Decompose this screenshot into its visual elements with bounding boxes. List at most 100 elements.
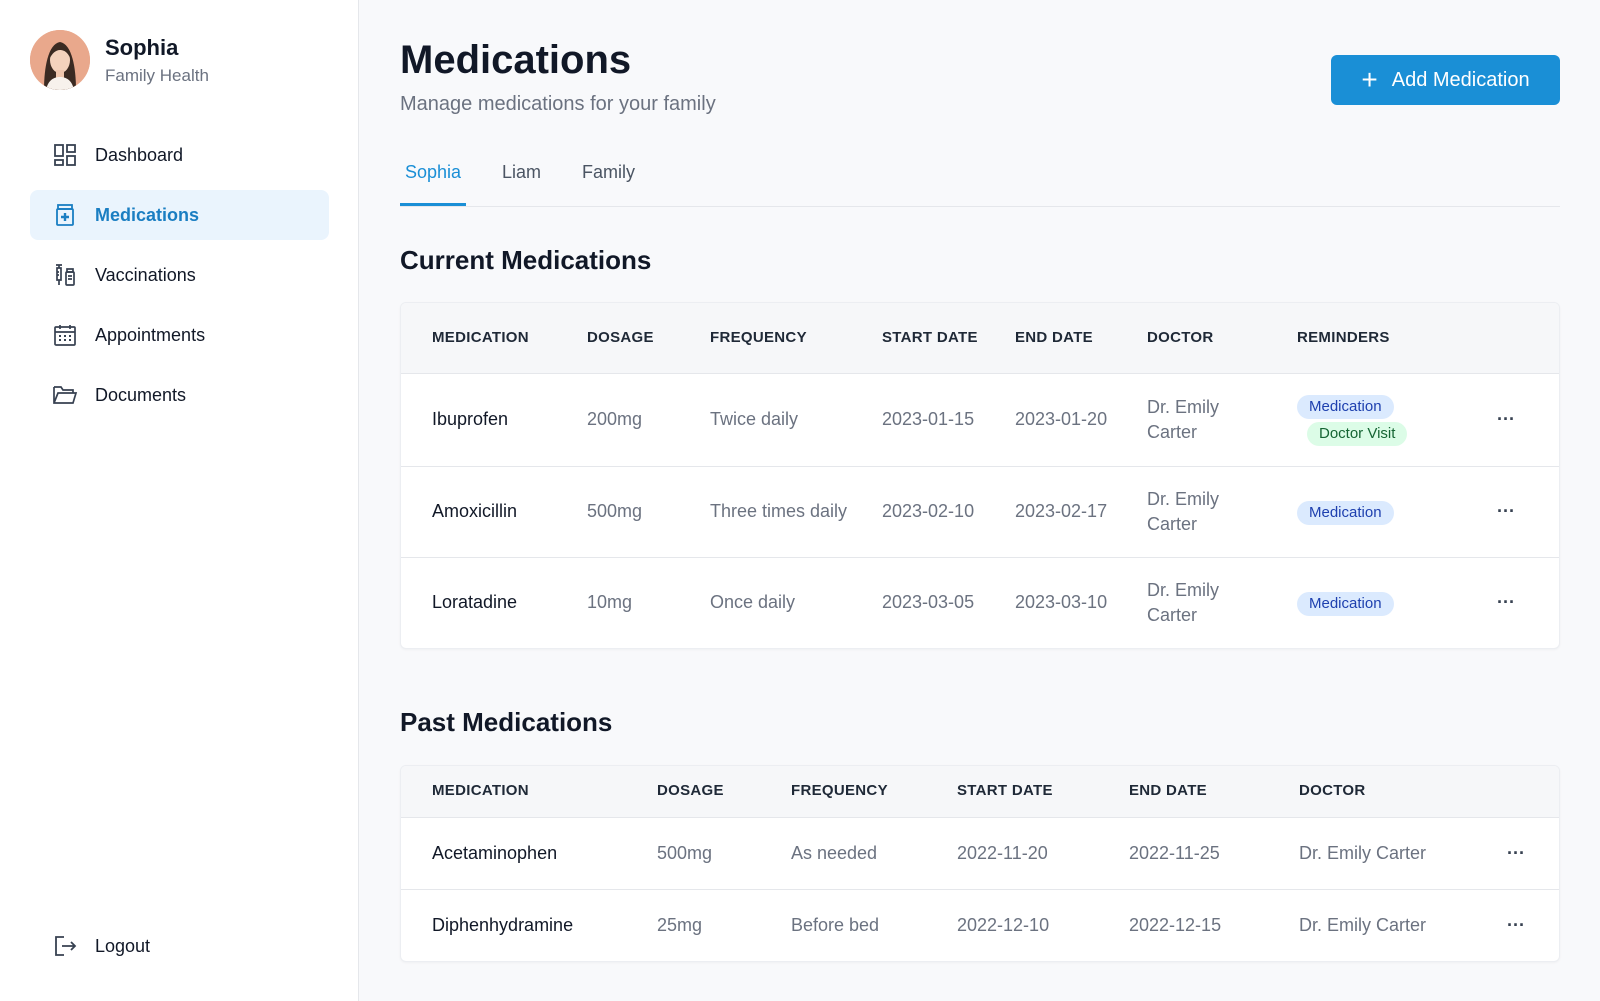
member-tabs: Sophia Liam Family <box>400 150 1560 207</box>
doctor-cell: Dr. Emily Carter <box>1116 465 1266 557</box>
medication-cell: Ibuprofen <box>401 372 556 466</box>
column-header: FREQUENCY <box>679 303 851 373</box>
start-date-cell: 2023-03-05 <box>851 556 984 648</box>
column-header: END DATE <box>1098 766 1268 817</box>
dosage-cell: 25mg <box>626 888 760 961</box>
dosage-cell: 500mg <box>626 816 760 889</box>
doctor-cell: Dr. Emily Carter <box>1268 816 1476 889</box>
sidebar-item-medications[interactable]: Medications <box>30 190 329 240</box>
plus-icon: + <box>1361 64 1378 95</box>
tab-liam[interactable]: Liam <box>502 162 541 206</box>
frequency-cell: Twice daily <box>679 372 851 466</box>
dosage-cell: 200mg <box>556 372 679 466</box>
reminders-cell: Medication Doctor Visit <box>1266 372 1466 466</box>
tab-family[interactable]: Family <box>582 162 635 206</box>
more-horizontal-icon[interactable]: ··· <box>1507 915 1525 935</box>
tab-sophia[interactable]: Sophia <box>400 162 467 206</box>
table-row[interactable]: Acetaminophen 500mg As needed 2022-11-20… <box>401 816 1559 889</box>
add-medication-label: Add Medication <box>1391 68 1530 91</box>
sidebar-item-appointments[interactable]: Appointments <box>30 310 329 360</box>
frequency-cell: As needed <box>760 816 926 889</box>
dosage-cell: 10mg <box>556 556 679 648</box>
reminders-cell: Medication <box>1266 465 1466 557</box>
reminder-badge-medication: Medication <box>1297 395 1394 419</box>
current-medications-table: MEDICATION DOSAGE FREQUENCY START DATE E… <box>400 302 1560 649</box>
table-header-row: MEDICATION DOSAGE FREQUENCY START DATE E… <box>401 303 1559 373</box>
sidebar-item-label: Appointments <box>95 324 206 345</box>
medication-cell: Loratadine <box>401 556 556 648</box>
sidebar-item-documents[interactable]: Documents <box>30 370 329 420</box>
actions-cell: ··· <box>1476 888 1559 961</box>
reminder-badge-doctor-visit: Doctor Visit <box>1307 422 1408 446</box>
column-header: MEDICATION <box>401 303 556 373</box>
logout-area: Logout <box>30 921 329 981</box>
doctor-cell: Dr. Emily Carter <box>1116 556 1266 648</box>
reminder-badge-medication: Medication <box>1297 500 1394 525</box>
table-header-row: MEDICATION DOSAGE FREQUENCY START DATE E… <box>401 766 1559 817</box>
logout-icon <box>52 933 78 959</box>
column-header: START DATE <box>851 303 984 373</box>
doctor-cell: Dr. Emily Carter <box>1268 888 1476 961</box>
table-row[interactable]: Amoxicillin 500mg Three times daily 2023… <box>401 465 1559 557</box>
frequency-cell: Once daily <box>679 556 851 648</box>
end-date-cell: 2022-11-25 <box>1098 816 1268 889</box>
column-header: DOSAGE <box>556 303 679 373</box>
medication-cell: Diphenhydramine <box>401 888 626 961</box>
start-date-cell: 2023-01-15 <box>851 372 984 466</box>
frequency-cell: Three times daily <box>679 465 851 557</box>
table-row[interactable]: Diphenhydramine 25mg Before bed 2022-12-… <box>401 888 1559 961</box>
logout-label: Logout <box>95 935 151 956</box>
more-horizontal-icon[interactable]: ··· <box>1497 409 1515 429</box>
calendar-icon <box>52 322 78 348</box>
sidebar-item-label: Dashboard <box>95 144 184 165</box>
sidebar-item-label: Documents <box>95 384 187 405</box>
medication-cell: Amoxicillin <box>401 465 556 557</box>
frequency-cell: Before bed <box>760 888 926 961</box>
column-header-actions <box>1476 766 1559 817</box>
dashboard-icon <box>52 142 78 168</box>
end-date-cell: 2023-02-17 <box>984 465 1116 557</box>
folder-icon <box>52 382 78 408</box>
sidebar-nav: Dashboard Medications Vaccinations Appoi… <box>30 130 329 430</box>
column-header: DOCTOR <box>1268 766 1476 817</box>
reminders-cell: Medication <box>1266 556 1466 648</box>
reminder-badge-medication: Medication <box>1297 591 1394 616</box>
column-header: FREQUENCY <box>760 766 926 817</box>
column-header: DOCTOR <box>1116 303 1266 373</box>
sidebar-item-dashboard[interactable]: Dashboard <box>30 130 329 180</box>
column-header: REMINDERS <box>1266 303 1466 373</box>
sidebar-item-label: Vaccinations <box>95 264 196 285</box>
start-date-cell: 2022-11-20 <box>926 816 1098 889</box>
table-row[interactable]: Loratadine 10mg Once daily 2023-03-05 20… <box>401 556 1559 648</box>
end-date-cell: 2022-12-15 <box>1098 888 1268 961</box>
medication-cell: Acetaminophen <box>401 816 626 889</box>
actions-cell: ··· <box>1476 816 1559 889</box>
add-medication-button[interactable]: + Add Medication <box>1331 55 1560 105</box>
sidebar-item-vaccinations[interactable]: Vaccinations <box>30 250 329 300</box>
dosage-cell: 500mg <box>556 465 679 557</box>
more-horizontal-icon[interactable]: ··· <box>1497 592 1515 612</box>
avatar <box>30 30 90 90</box>
profile-subtitle: Family Health <box>105 66 209 85</box>
column-header-actions <box>1466 303 1559 373</box>
start-date-cell: 2023-02-10 <box>851 465 984 557</box>
profile-name: Sophia <box>105 35 179 60</box>
column-header: START DATE <box>926 766 1098 817</box>
user-profile[interactable]: Sophia Family Health <box>30 30 209 90</box>
column-header: END DATE <box>984 303 1116 373</box>
sidebar-item-label: Medications <box>95 204 200 225</box>
more-horizontal-icon[interactable]: ··· <box>1497 501 1515 521</box>
doctor-cell: Dr. Emily Carter <box>1116 372 1266 466</box>
sidebar: Sophia Family Health Dashboard Medicatio… <box>0 0 359 1001</box>
column-header: DOSAGE <box>626 766 760 817</box>
start-date-cell: 2022-12-10 <box>926 888 1098 961</box>
end-date-cell: 2023-03-10 <box>984 556 1116 648</box>
actions-cell: ··· <box>1466 372 1559 466</box>
table-row[interactable]: Ibuprofen 200mg Twice daily 2023-01-15 2… <box>401 372 1559 466</box>
logout-button[interactable]: Logout <box>30 921 329 971</box>
vaccination-icon <box>52 262 78 288</box>
more-horizontal-icon[interactable]: ··· <box>1507 843 1525 863</box>
page-subtitle: Manage medications for your family <box>400 93 716 115</box>
actions-cell: ··· <box>1466 465 1559 557</box>
end-date-cell: 2023-01-20 <box>984 372 1116 466</box>
